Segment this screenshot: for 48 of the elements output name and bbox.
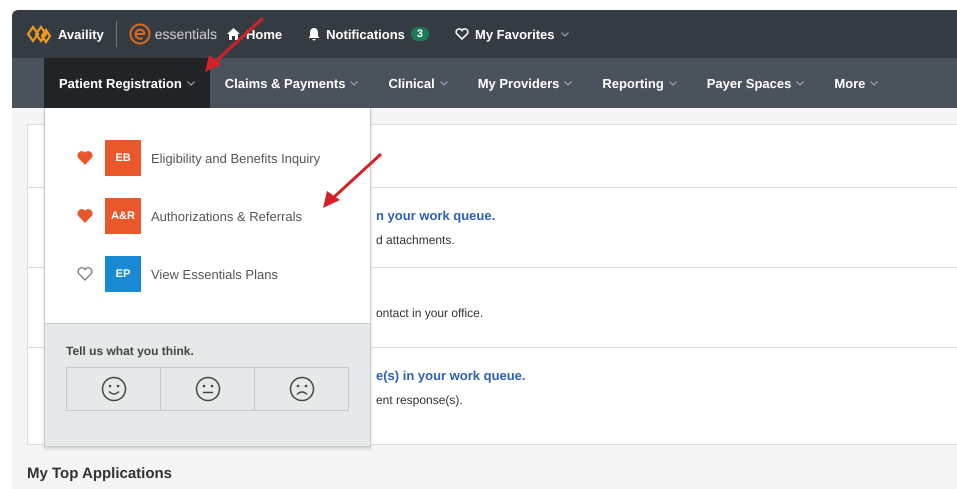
bell-icon (308, 28, 320, 40)
e-circle-logo-icon (128, 23, 151, 45)
nav-tab[interactable]: My Providers (462, 58, 588, 108)
nav-tab[interactable]: Reporting (587, 58, 692, 108)
chevron-down-icon (870, 80, 878, 86)
home-icon (227, 28, 240, 40)
app-badge[interactable]: EP (105, 256, 141, 292)
menu-item[interactable]: Authorizations & Referrals (151, 208, 302, 224)
rating-button[interactable] (254, 367, 349, 411)
nav-tab[interactable]: More (819, 58, 894, 108)
filled-heart-icon[interactable] (77, 151, 93, 165)
top-nav-link[interactable]: Notifications 3 (308, 26, 430, 42)
notice-text: ent response(s). (376, 393, 464, 407)
menu-item[interactable]: Eligibility and Benefits Inquiry (151, 150, 320, 166)
top-nav-link[interactable]: My Favorites (455, 26, 568, 42)
notice-text: d attachments. (376, 233, 456, 247)
brand-name[interactable]: Availity (58, 26, 104, 42)
top-nav-link[interactable]: Home (227, 26, 282, 42)
feedback-prompt: Tell us what you think. (66, 344, 195, 358)
smile-face-icon (100, 376, 126, 402)
nav-tab[interactable]: Payer Spaces (692, 58, 820, 108)
rating-button[interactable] (66, 367, 161, 411)
neutral-face-icon (194, 376, 220, 402)
chevron-down-icon (186, 80, 195, 86)
notice-text: ontact in your office. (376, 306, 484, 320)
menu-item[interactable]: View Essentials Plans (151, 266, 278, 282)
app-badge[interactable]: EB (105, 140, 141, 176)
notice-link[interactable]: e(s) in your work queue. (376, 368, 957, 383)
heart-outline-icon[interactable] (77, 267, 93, 281)
frown-face-icon (288, 376, 314, 402)
chevron-down-icon (350, 80, 358, 86)
heart-icon (455, 28, 470, 40)
nav-tab[interactable]: Claims & Payments (210, 58, 374, 108)
chevron-down-icon (796, 80, 804, 86)
notification-count: 3 (410, 27, 430, 41)
nav-tab[interactable]: Clinical (373, 58, 463, 108)
app-badge[interactable]: A&R (105, 198, 141, 234)
chain-logo-icon (26, 24, 52, 44)
product-name: essentials (154, 26, 218, 42)
filled-heart-icon[interactable] (77, 209, 93, 223)
section-heading: My Top Applications (27, 465, 173, 482)
annotation-arrow (323, 152, 382, 208)
rating-button[interactable] (160, 367, 255, 411)
nav-tab[interactable]: Patient Registration (44, 58, 210, 108)
chevron-down-icon (668, 80, 677, 86)
chevron-down-icon (440, 80, 448, 86)
notice-link[interactable]: n your work queue. (376, 208, 957, 223)
chevron-down-icon (564, 80, 572, 86)
